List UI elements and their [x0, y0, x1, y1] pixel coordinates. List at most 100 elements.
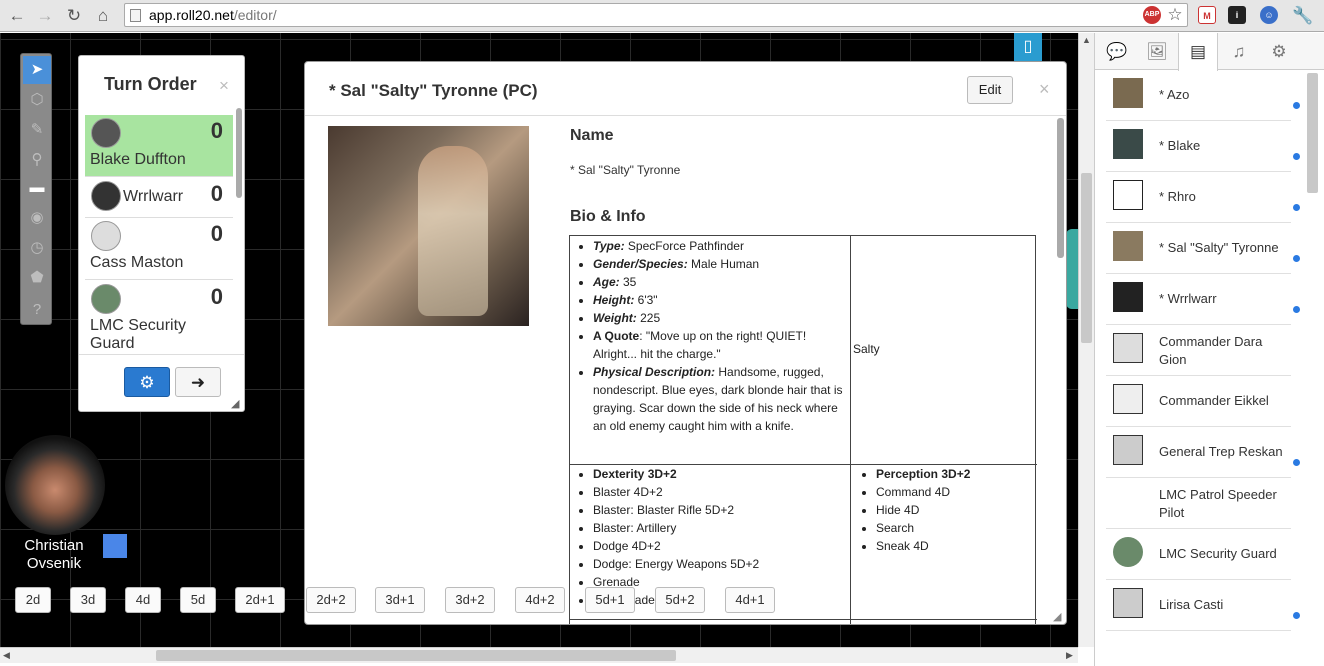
turn-order-tool-icon[interactable]: ◷ — [23, 234, 51, 262]
draw-tool-icon[interactable]: ✎ — [23, 116, 51, 144]
turn-order-close-icon[interactable]: × — [219, 76, 229, 96]
turn-name: Wrrlwarr — [123, 188, 184, 205]
journal-item[interactable]: Commander Dara Gion — [1106, 325, 1291, 376]
list-item: Perception 3D+2 — [876, 465, 1029, 483]
journal-item[interactable]: General Trep Reskan — [1106, 427, 1300, 478]
dice-button[interactable]: 3d — [70, 587, 106, 613]
avatar — [1113, 588, 1143, 618]
player-token[interactable] — [5, 435, 105, 535]
turn-initiative[interactable]: 0 — [211, 181, 223, 207]
turn-initiative[interactable]: 0 — [211, 118, 223, 144]
dice-button[interactable]: 5d — [180, 587, 216, 613]
list-item: Blaster 4D+2 — [593, 483, 846, 501]
tab-chat-icon[interactable]: 💬 — [1097, 33, 1137, 70]
edit-button[interactable]: Edit — [967, 76, 1013, 104]
journal-item[interactable]: Commander Eikkel — [1106, 376, 1291, 427]
status-dot — [1293, 459, 1300, 466]
tab-settings-icon[interactable]: ⚙ — [1259, 33, 1299, 70]
canvas-horizontal-scrollbar[interactable]: ◀ ▶ — [0, 647, 1078, 663]
avatar — [1113, 180, 1143, 210]
info-extension-icon[interactable]: i — [1228, 6, 1246, 24]
journal-item[interactable]: * Sal "Salty" Tyronne — [1106, 223, 1300, 274]
profile-extension-icon[interactable]: ☺ — [1260, 6, 1278, 24]
status-dot — [1293, 204, 1300, 211]
reload-icon[interactable]: ↻ — [63, 5, 85, 27]
list-item: Gender/Species: Male Human — [593, 255, 846, 273]
journal-scrollbar[interactable] — [1307, 73, 1318, 193]
dialog-scrollbar[interactable] — [1057, 118, 1064, 258]
map-token-partial[interactable] — [1066, 229, 1078, 309]
tab-art-library-icon[interactable]: 🖼 — [1137, 33, 1177, 70]
fog-tool-icon[interactable]: ◉ — [23, 204, 51, 232]
wrench-menu-icon[interactable]: 🔧 — [1292, 5, 1314, 27]
token-status-marker — [103, 534, 127, 558]
dice-button[interactable]: 3d+2 — [445, 587, 495, 613]
dice-button[interactable]: 2d — [15, 587, 51, 613]
dice-button[interactable]: 4d+1 — [725, 587, 775, 613]
next-turn-button[interactable]: ➜ — [175, 367, 221, 397]
list-item: Dodge 4D+2 — [593, 537, 846, 555]
ruler-tool-icon[interactable]: ▬ — [23, 174, 51, 202]
list-item: Command 4D — [876, 483, 1029, 501]
dice-button[interactable]: 2d+2 — [306, 587, 356, 613]
dice-tool-icon[interactable]: ⬟ — [23, 264, 51, 292]
journal-item[interactable]: Lirisa Casti — [1106, 580, 1300, 631]
turn-initiative[interactable]: 0 — [211, 284, 223, 310]
avatar — [91, 284, 121, 314]
dice-button[interactable]: 3d+1 — [375, 587, 425, 613]
turn-initiative[interactable]: 0 — [211, 221, 223, 247]
list-item: Age: 35 — [593, 273, 846, 291]
close-icon[interactable]: × — [1039, 79, 1050, 100]
dice-button[interactable]: 4d+2 — [515, 587, 565, 613]
journal-item-label: * Wrrlwarr — [1159, 291, 1217, 306]
address-bar[interactable]: app.roll20.net/editor/ — [124, 3, 1188, 27]
home-icon[interactable]: ⌂ — [92, 5, 114, 27]
zoom-tool-icon[interactable]: ⚲ — [23, 146, 51, 174]
help-tool-icon[interactable]: ? — [23, 296, 51, 324]
turn-settings-button[interactable]: ⚙ — [124, 367, 170, 397]
list-item: Search — [876, 519, 1029, 537]
journal-item[interactable]: * Wrrlwarr — [1106, 274, 1300, 325]
dialog-title: * Sal "Salty" Tyronne (PC) — [329, 81, 538, 100]
resize-handle-icon[interactable]: ◢ — [1053, 610, 1065, 623]
tab-jukebox-icon[interactable]: ♫ — [1219, 33, 1259, 70]
tab-journal-icon[interactable]: ▤ — [1178, 33, 1218, 71]
page-toolbar-icon[interactable]: ▯ — [1014, 33, 1042, 61]
sidebar-tabs: 💬 🖼 ▤ ♫ ⚙ — [1095, 33, 1324, 71]
bookmark-star-icon[interactable]: ☆ — [1164, 4, 1186, 26]
turn-entry[interactable]: 0 Blake Duffton — [85, 115, 233, 177]
bio-cell: Type: SpecForce Pathfinder Gender/Specie… — [576, 237, 846, 435]
journal-item[interactable]: * Azo — [1106, 70, 1300, 121]
journal-item-label: LMC Security Guard — [1159, 546, 1277, 561]
adblock-icon[interactable]: ABP — [1143, 6, 1161, 24]
turn-entry[interactable]: 0 LMC Security Guard — [85, 281, 233, 353]
status-dot — [1293, 306, 1300, 313]
status-dot — [1293, 102, 1300, 109]
turn-entry[interactable]: 0 Cass Maston — [85, 218, 233, 280]
dice-button[interactable]: 5d+2 — [655, 587, 705, 613]
resize-handle-icon[interactable]: ◢ — [231, 397, 239, 410]
layers-tool-icon[interactable]: ⬡ — [23, 86, 51, 114]
dice-button[interactable]: 4d — [125, 587, 161, 613]
back-icon[interactable]: ← — [6, 5, 28, 27]
list-item: Type: SpecForce Pathfinder — [593, 237, 846, 255]
avatar — [91, 118, 121, 148]
select-tool-icon[interactable]: ➤ — [23, 56, 51, 84]
avatar — [1113, 333, 1143, 363]
url-path: /editor/ — [233, 7, 277, 23]
turn-entry[interactable]: 0 Wrrlwarr — [85, 178, 233, 218]
turn-order-scrollbar[interactable] — [236, 108, 242, 198]
dice-button[interactable]: 5d+1 — [585, 587, 635, 613]
dice-button[interactable]: 2d+1 — [235, 587, 285, 613]
journal-item-label: LMC Patrol Speeder Pilot — [1159, 487, 1277, 520]
journal-item[interactable]: LMC Security Guard — [1106, 529, 1291, 580]
forward-icon[interactable]: → — [34, 5, 56, 27]
canvas-vertical-scrollbar[interactable]: ▲ — [1078, 33, 1094, 647]
journal-item[interactable]: * Blake — [1106, 121, 1300, 172]
character-sheet-dialog: * Sal "Salty" Tyronne (PC) Edit × Name *… — [304, 61, 1067, 625]
avatar — [1113, 384, 1143, 414]
avatar — [1113, 282, 1143, 312]
gmail-icon[interactable]: M — [1198, 6, 1216, 24]
journal-item[interactable]: LMC Patrol Speeder Pilot — [1106, 478, 1291, 529]
journal-item[interactable]: * Rhro — [1106, 172, 1300, 223]
